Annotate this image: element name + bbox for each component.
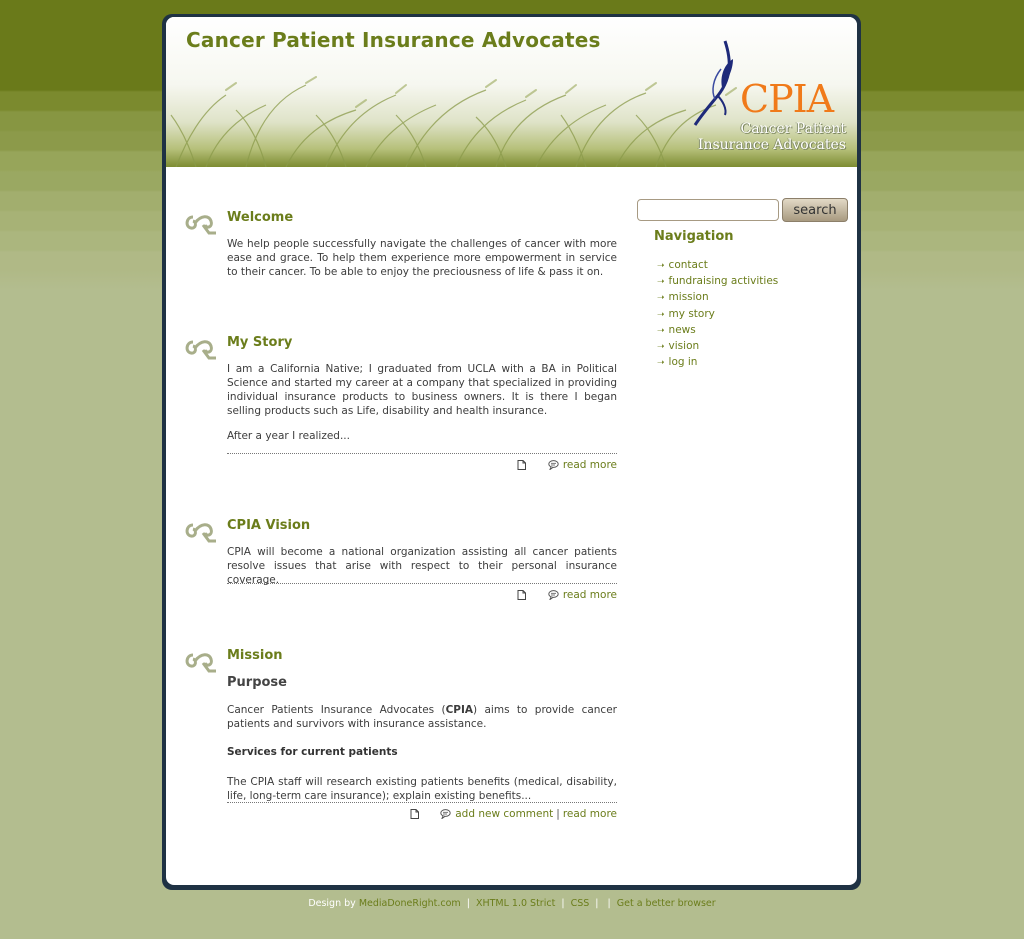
nav-item-vision[interactable]: ➝ vision — [657, 338, 778, 354]
services-heading: Services for current patients — [227, 746, 398, 758]
navigation-title: Navigation — [654, 229, 734, 244]
arrow-right-icon: ➝ — [657, 358, 665, 369]
nav-item-label[interactable]: log in — [669, 356, 698, 368]
nav-item-label[interactable]: mission — [669, 291, 709, 303]
search-input[interactable] — [637, 199, 779, 221]
link-separator: | — [556, 808, 560, 820]
footer-separator: | — [466, 898, 470, 909]
footer-separator: | — [561, 898, 565, 909]
nav-item-contact[interactable]: ➝ contact — [657, 257, 778, 273]
footer-css-link[interactable]: CSS — [571, 898, 590, 909]
nav-item-my-story[interactable]: ➝ my story — [657, 306, 778, 322]
footer-separator: | — [595, 898, 599, 909]
post-body-continued: The CPIA staff will research existing pa… — [227, 776, 617, 802]
awareness-ribbon-logo-icon — [693, 40, 733, 126]
logo-subtitle-line2: Insurance Advocates — [697, 137, 846, 153]
read-more-link[interactable]: read more — [563, 808, 617, 820]
logo-subtitle: Cancer Patient Insurance Advocates — [686, 121, 846, 153]
comment-bubble-icon — [440, 809, 451, 819]
arrow-right-icon: ➝ — [657, 277, 665, 288]
page-container: Cancer Patient Insurance Advocates CPIA … — [166, 17, 857, 885]
nav-item-label[interactable]: news — [669, 324, 696, 336]
footer-xhtml-link[interactable]: XHTML 1.0 Strict — [476, 898, 555, 909]
main-content: Welcome We help people successfully navi… — [166, 167, 857, 885]
post-body: Cancer Patients Insurance Advocates (CPI… — [227, 703, 617, 731]
footer-separator: | — [607, 898, 611, 909]
post-divider — [227, 802, 617, 803]
nav-item-label[interactable]: fundraising activities — [669, 275, 779, 287]
arrow-right-icon: ➝ — [657, 261, 665, 271]
post-mission: Mission Purpose Cancer Patients Insuranc… — [166, 167, 626, 847]
header-banner: Cancer Patient Insurance Advocates CPIA … — [166, 17, 857, 167]
arrow-right-icon: ➝ — [657, 325, 665, 336]
add-new-comment-link[interactable]: add new comment — [455, 808, 553, 820]
post-links: add new comment | read more — [227, 808, 617, 820]
post-subtitle: Purpose — [227, 675, 287, 690]
logo-text: CPIA — [740, 77, 834, 121]
footer-design-by: Design by — [308, 898, 356, 909]
nav-item-mission[interactable]: ➝ mission — [657, 289, 778, 305]
footer-better-browser-link[interactable]: Get a better browser — [617, 898, 716, 909]
arrow-right-icon: ➝ — [657, 309, 665, 320]
search-button[interactable]: search — [782, 198, 848, 222]
nav-item-label[interactable]: contact — [669, 259, 708, 271]
nav-item-label[interactable]: my story — [669, 308, 715, 320]
arrow-right-icon: ➝ — [657, 341, 665, 352]
footer-designer-link[interactable]: MediaDoneRight.com — [359, 898, 461, 909]
nav-item-label[interactable]: vision — [669, 340, 700, 352]
post-title[interactable]: Mission — [227, 648, 283, 663]
post-body-pre: Cancer Patients Insurance Advocates ( — [227, 704, 446, 716]
navigation-list: ➝ contact ➝ fundraising activities ➝ missio… — [657, 257, 778, 370]
swirl-ornament-icon — [185, 653, 216, 673]
footer: Design by MediaDoneRight.com | XHTML 1.0… — [0, 898, 1024, 909]
arrow-right-icon: ➝ — [657, 293, 665, 304]
logo-subtitle-line1: Cancer Patient — [740, 121, 846, 137]
document-icon[interactable] — [410, 809, 419, 819]
nav-item-news[interactable]: ➝ news — [657, 322, 778, 338]
nav-item-fundraising-activities[interactable]: ➝ fundraising activities — [657, 273, 778, 289]
site-title[interactable]: Cancer Patient Insurance Advocates — [186, 28, 601, 52]
post-body-bold: CPIA — [445, 704, 474, 716]
nav-item-log-in[interactable]: ➝ log in — [657, 354, 778, 370]
